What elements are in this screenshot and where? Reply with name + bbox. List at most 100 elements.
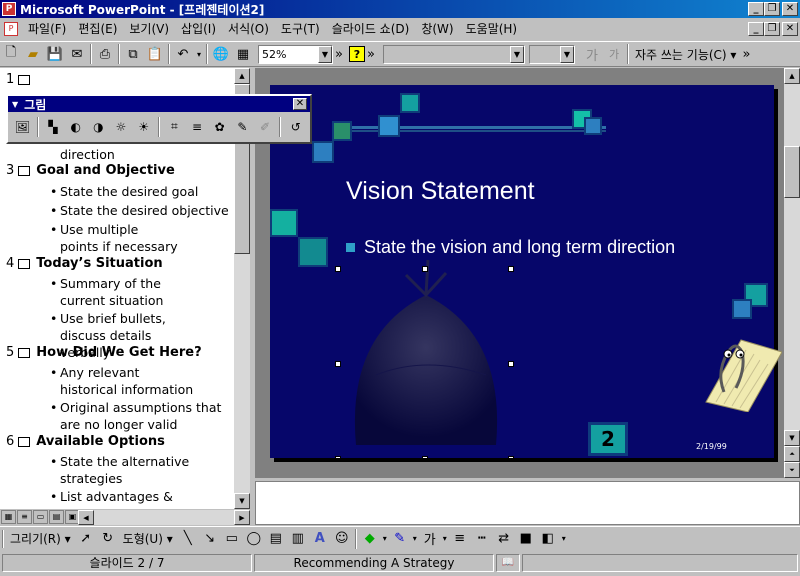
dash-style-icon[interactable]: ┅ xyxy=(471,528,493,550)
print-icon[interactable]: ⎙ xyxy=(94,43,116,65)
outline-slide-5[interactable]: 5 How Did We Get Here? xyxy=(6,345,202,360)
selection-handle[interactable] xyxy=(335,456,341,458)
insert-wordart-icon[interactable]: A xyxy=(309,528,331,550)
shadow-icon[interactable]: ■ xyxy=(515,528,537,550)
selection-handle[interactable] xyxy=(508,361,514,367)
font-shrink-button[interactable]: 가 xyxy=(603,43,625,65)
office-assistant-clippy[interactable] xyxy=(686,332,782,412)
more-brightness-icon[interactable]: ☼ xyxy=(111,116,132,137)
scroll-down-icon[interactable]: ▼ xyxy=(234,493,250,509)
chevron-down-icon[interactable]: ▾ xyxy=(441,528,449,550)
font-size-combo[interactable]: ▼ xyxy=(529,44,575,64)
document-icon[interactable]: P xyxy=(4,22,18,36)
menu-view[interactable]: 보기(V) xyxy=(123,20,175,38)
autoshapes-menu[interactable]: 도형(U) ▾ xyxy=(119,530,177,547)
zoom-combo[interactable]: 52% ▼ xyxy=(258,44,333,64)
outline-hscrollbar[interactable]: ◀ ▶ xyxy=(78,510,250,525)
slide-view-icon[interactable]: ▭ xyxy=(33,510,48,524)
picture-toolbar-title[interactable]: ▼ 그림 xyxy=(8,96,310,112)
help-icon[interactable]: ? xyxy=(349,46,365,62)
line-style-icon[interactable]: ≡ xyxy=(187,116,208,137)
insert-picture-icon[interactable]: 🖼 xyxy=(12,116,33,137)
image-control-icon[interactable]: ▚ xyxy=(43,116,64,137)
free-rotate-icon[interactable]: ↻ xyxy=(97,528,119,550)
menu-file[interactable]: 파일(F) xyxy=(22,20,72,38)
outline-view-icon[interactable]: ≡ xyxy=(17,510,32,524)
overflow-icon[interactable]: » xyxy=(333,43,345,65)
font-combo[interactable]: ▼ xyxy=(383,44,525,64)
oval-icon[interactable]: ◯ xyxy=(243,528,265,550)
recolor-picture-icon[interactable]: ✎ xyxy=(232,116,253,137)
arrow-icon[interactable]: ↘ xyxy=(199,528,221,550)
powerpoint-icon[interactable]: P xyxy=(2,2,16,16)
chevron-down-icon[interactable]: ▼ xyxy=(318,45,332,63)
slide-pane[interactable]: Vision Statement State the vision and lo… xyxy=(255,68,785,478)
overflow-icon-4[interactable]: ▾ xyxy=(559,528,569,550)
format-picture-icon[interactable]: ✿ xyxy=(209,116,230,137)
chevron-down-icon[interactable]: ▾ xyxy=(411,528,419,550)
draw-menu[interactable]: 그리기(R) ▾ xyxy=(6,530,75,547)
open-icon[interactable]: ▰ xyxy=(22,43,44,65)
line-color-icon[interactable]: ✎ xyxy=(389,528,411,550)
next-slide-icon[interactable]: ⏷ xyxy=(784,462,800,478)
slide-sorter-icon[interactable]: ▤ xyxy=(49,510,64,524)
scroll-up-icon[interactable]: ▲ xyxy=(234,68,250,84)
selection-handle[interactable] xyxy=(422,266,428,272)
reset-picture-icon[interactable]: ↺ xyxy=(285,116,306,137)
save-icon[interactable]: 💾 xyxy=(44,43,66,65)
selection-handle[interactable] xyxy=(508,456,514,458)
menu-tools[interactable]: 도구(T) xyxy=(275,20,326,38)
restore-button[interactable]: ❐ xyxy=(764,2,780,16)
copy-icon[interactable]: ⧉ xyxy=(122,43,144,65)
paste-icon[interactable]: 📋 xyxy=(144,43,166,65)
new-icon[interactable]: 🗋 xyxy=(0,43,22,65)
undo-dropdown-icon[interactable]: ▾ xyxy=(194,43,204,65)
less-contrast-icon[interactable]: ◑ xyxy=(88,116,109,137)
menu-format[interactable]: 서식(O) xyxy=(222,20,275,38)
arrow-style-icon[interactable]: ⇄ xyxy=(493,528,515,550)
selection-handle[interactable] xyxy=(335,266,341,272)
more-contrast-icon[interactable]: ◐ xyxy=(65,116,86,137)
menu-window[interactable]: 창(W) xyxy=(415,20,459,38)
scroll-down-icon[interactable]: ▼ xyxy=(784,430,800,446)
set-transparent-icon[interactable]: ✐ xyxy=(255,116,276,137)
common-tasks-menu[interactable]: 자주 쓰는 기능(C) ▾ xyxy=(631,46,740,63)
rectangle-icon[interactable]: ▭ xyxy=(221,528,243,550)
normal-view-icon[interactable]: ▦ xyxy=(1,510,16,524)
email-icon[interactable]: ✉ xyxy=(66,43,88,65)
menu-insert[interactable]: 삽입(I) xyxy=(175,20,222,38)
fill-color-icon[interactable]: ◆ xyxy=(359,528,381,550)
clipart-icon[interactable]: ☺ xyxy=(331,528,353,550)
slide-title[interactable]: Vision Statement xyxy=(346,177,535,206)
scroll-right-icon[interactable]: ▶ xyxy=(234,510,250,525)
slide-scrollbar[interactable]: ▲ ▼ ⏶ ⏷ xyxy=(784,68,800,478)
overflow-icon-3[interactable]: » xyxy=(740,43,752,65)
hyperlink-icon[interactable]: 🌐 xyxy=(210,43,232,65)
close-icon[interactable]: ✕ xyxy=(293,98,307,110)
doc-restore-button[interactable]: ❐ xyxy=(764,22,780,36)
outline-slide-6[interactable]: 6 Available Options xyxy=(6,434,165,449)
crop-icon[interactable]: ⌗ xyxy=(164,116,185,137)
doc-close-button[interactable]: ✕ xyxy=(782,22,798,36)
outline-slide-3[interactable]: 3 Goal and Objective xyxy=(6,163,175,178)
selection-handle[interactable] xyxy=(422,456,428,458)
scroll-up-icon[interactable]: ▲ xyxy=(784,68,800,84)
textbox-icon[interactable]: ▤ xyxy=(265,528,287,550)
chevron-down-icon[interactable]: ▾ xyxy=(381,528,389,550)
table-icon[interactable]: ▦ xyxy=(232,43,254,65)
globe-image[interactable] xyxy=(336,255,516,455)
menu-help[interactable]: 도움말(H) xyxy=(460,20,524,38)
toolbar-menu-icon[interactable]: ▼ xyxy=(12,100,18,109)
wordart-icon[interactable]: ▥ xyxy=(287,528,309,550)
notes-pane[interactable] xyxy=(255,481,800,525)
overflow-icon-2[interactable]: » xyxy=(365,43,377,65)
less-brightness-icon[interactable]: ☀ xyxy=(133,116,154,137)
doc-minimize-button[interactable]: _ xyxy=(748,22,764,36)
line-style-icon[interactable]: ≡ xyxy=(449,528,471,550)
minimize-button[interactable]: _ xyxy=(748,2,764,16)
scroll-thumb[interactable] xyxy=(784,146,800,198)
selection-handle[interactable] xyxy=(335,361,341,367)
previous-slide-icon[interactable]: ⏶ xyxy=(784,446,800,462)
font-grow-button[interactable]: 가 xyxy=(581,43,603,65)
menu-slideshow[interactable]: 슬라이드 쇼(D) xyxy=(326,20,416,38)
